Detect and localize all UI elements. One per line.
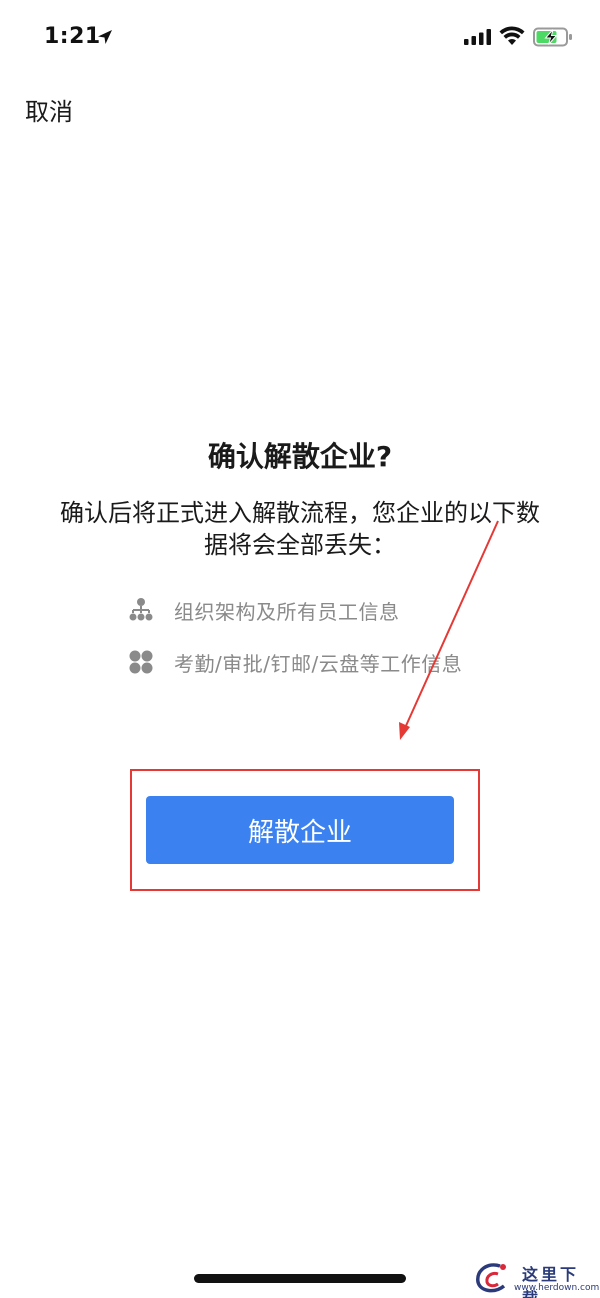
dissolve-company-button[interactable]: 解散企业 <box>146 796 454 864</box>
apps-grid-icon <box>129 650 153 674</box>
status-bar: 1:21 <box>0 0 600 76</box>
dialog-description: 确认后将正式进入解散流程，您企业的以下数据将会全部丢失： <box>60 499 540 559</box>
info-item-label: 考勤/审批/钉邮/云盘等工作信息 <box>174 651 463 676</box>
home-indicator <box>194 1274 406 1283</box>
watermark-url: www.herdown.com <box>514 1283 600 1293</box>
battery-charging-icon <box>533 27 572 47</box>
watermark: 这里下载 www.herdown.com <box>470 1258 599 1298</box>
info-item-label: 组织架构及所有员工信息 <box>174 599 400 624</box>
location-arrow-icon <box>98 30 112 44</box>
cancel-button[interactable]: 取消 <box>25 92 73 127</box>
info-item-apps: 考勤/审批/钉邮/云盘等工作信息 <box>128 647 462 677</box>
status-time: 1:21 <box>44 24 101 49</box>
info-item-org: 组织架构及所有员工信息 <box>128 595 400 625</box>
org-chart-icon <box>129 598 153 621</box>
cellular-signal-icon <box>464 29 491 45</box>
watermark-logo <box>476 1263 506 1293</box>
wifi-icon <box>499 26 525 45</box>
dialog-title: 确认解散企业? <box>207 440 393 473</box>
